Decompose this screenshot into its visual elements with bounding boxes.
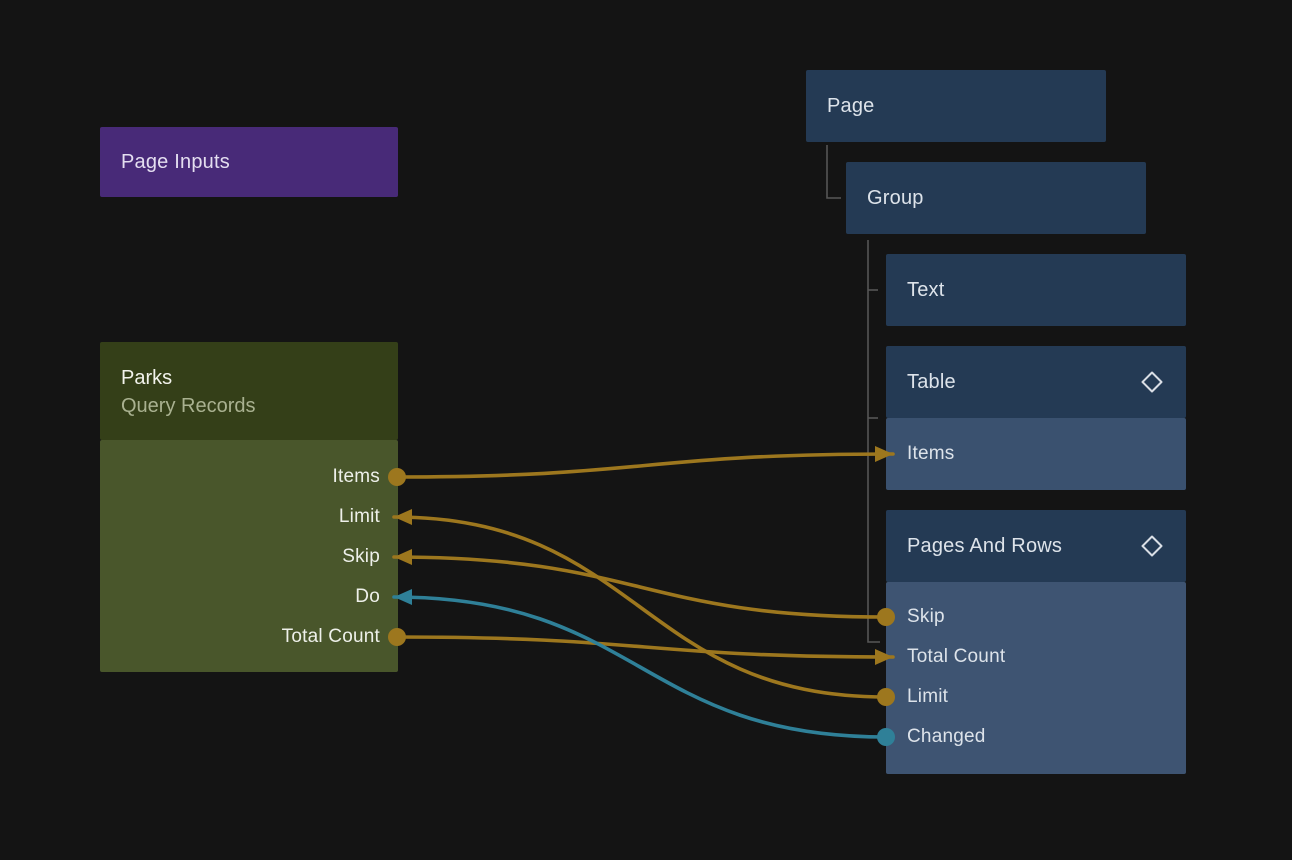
tree-port-par-total-count-label: Total Count xyxy=(907,646,1005,668)
tree-node-text[interactable]: Text xyxy=(886,254,1186,326)
tree-port-par-limit-label: Limit xyxy=(907,686,948,708)
tree-node-table[interactable]: Table xyxy=(886,346,1186,418)
tree-connector-line xyxy=(827,145,841,198)
tree-node-table-label: Table xyxy=(907,371,1140,394)
tree-port-par-skip-label: Skip xyxy=(907,606,945,628)
tree-port-par-changed-label: Changed xyxy=(907,726,986,748)
tree-node-pages-and-rows-label: Pages And Rows xyxy=(907,535,1140,558)
port-row-total-count[interactable]: Total Count xyxy=(100,617,380,657)
node-page-inputs[interactable]: Page Inputs xyxy=(100,127,398,197)
node-parks-header[interactable]: Parks Query Records xyxy=(100,342,398,440)
node-page-inputs-label: Page Inputs xyxy=(121,151,230,174)
tree-port-par-skip[interactable]: Skip xyxy=(886,597,1186,637)
port-label-total-count: Total Count xyxy=(282,626,380,648)
port-label-skip: Skip xyxy=(342,546,380,568)
edge-parks.total_count-to-pages_and_rows.total_count[interactable] xyxy=(397,637,893,657)
port-row-do[interactable]: Do xyxy=(100,577,380,617)
edge-pages_and_rows.skip-to-parks.skip[interactable] xyxy=(394,557,886,617)
port-label-items: Items xyxy=(333,466,380,488)
edge-parks.items-to-table.items[interactable] xyxy=(397,454,893,477)
tree-node-page[interactable]: Page xyxy=(806,70,1106,142)
tree-node-group[interactable]: Group xyxy=(846,162,1146,234)
tree-node-group-label: Group xyxy=(867,187,1124,210)
port-label-limit: Limit xyxy=(339,506,380,528)
port-row-items[interactable]: Items xyxy=(100,457,380,497)
port-row-limit[interactable]: Limit xyxy=(100,497,380,537)
port-label-do: Do xyxy=(355,586,380,608)
tree-connector-line xyxy=(868,240,880,642)
tree-port-par-changed[interactable]: Changed xyxy=(886,717,1186,757)
port-row-skip[interactable]: Skip xyxy=(100,537,380,577)
tree-port-table-items-label: Items xyxy=(907,443,954,465)
node-editor-canvas[interactable]: Page Inputs Parks Query Records Items Li… xyxy=(0,0,1292,860)
node-parks-subtitle: Query Records xyxy=(121,391,398,421)
tree-port-table-items[interactable]: Items xyxy=(886,418,1186,490)
edge-pages_and_rows.changed-to-parks.do[interactable] xyxy=(394,597,886,737)
diamond-icon xyxy=(1140,370,1164,394)
edge-pages_and_rows.limit-to-parks.limit[interactable] xyxy=(394,517,886,697)
node-parks-title: Parks xyxy=(121,365,398,391)
tree-node-page-label: Page xyxy=(827,95,1084,118)
diamond-icon xyxy=(1140,534,1164,558)
tree-port-par-limit[interactable]: Limit xyxy=(886,677,1186,717)
tree-node-pages-and-rows-body[interactable]: Skip Total Count Limit Changed xyxy=(886,582,1186,774)
tree-node-text-label: Text xyxy=(907,279,1164,302)
node-parks-body[interactable]: Items Limit Skip Do Total Count xyxy=(100,440,398,672)
tree-port-par-total-count[interactable]: Total Count xyxy=(886,637,1186,677)
tree-node-pages-and-rows[interactable]: Pages And Rows xyxy=(886,510,1186,582)
